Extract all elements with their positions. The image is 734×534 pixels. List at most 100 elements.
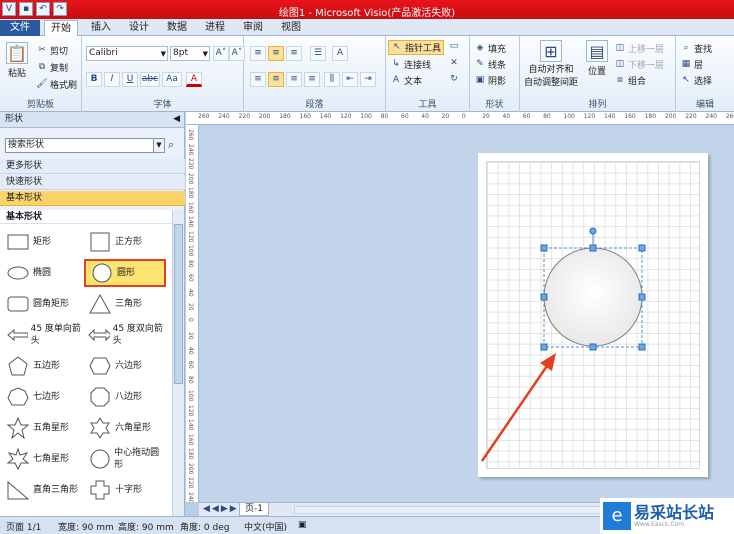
tab-view[interactable]: 视图 (274, 20, 308, 36)
pointer-tool-button[interactable]: ↖ 指针工具 (388, 40, 445, 55)
page-nav-icon[interactable]: ◀◀▶▶ (203, 504, 239, 514)
shape-right-triangle[interactable]: 直角三角形 (2, 476, 84, 504)
shape-star5[interactable]: 五角星形 (2, 414, 84, 442)
tab-file[interactable]: 文件 (0, 20, 40, 36)
macro-icon[interactable]: ▣ (298, 520, 307, 530)
pane-title: 形状 (5, 114, 24, 124)
group-shape: ◈ 填充 ✎ 线条 ▣ 阴影 形状 (470, 36, 520, 112)
layers-button[interactable]: ▦ 层 (680, 58, 703, 71)
columns-icon[interactable]: ⫼ (324, 72, 340, 87)
decrease-indent-icon[interactable]: ⇤ (342, 72, 358, 87)
pane-scrollbar[interactable] (172, 210, 184, 516)
tab-data[interactable]: 数据 (160, 20, 194, 36)
shape-center-circle[interactable]: 中心拖动圆形 (84, 445, 166, 473)
format-painter-button[interactable]: 🖌 格式刷 (36, 78, 77, 91)
shrink-font-button[interactable]: A˅ (229, 46, 245, 61)
justify-icon[interactable]: ≡ (304, 72, 320, 87)
rotate-icon[interactable]: ↻ (448, 74, 460, 85)
bullets-icon[interactable]: ☰ (310, 46, 326, 61)
tab-review[interactable]: 审阅 (236, 20, 270, 36)
ruler-tick-label: 220 (187, 158, 194, 170)
shape-rect[interactable]: 矩形 (2, 228, 84, 256)
text-direction-icon[interactable]: A (332, 46, 348, 61)
copy-button[interactable]: ⧉ 复制 (36, 61, 68, 74)
chevron-down-icon[interactable]: ▼ (153, 139, 164, 152)
watermark-name: 易采站长站 (634, 503, 715, 522)
position-button[interactable]: ▤ 位置 (586, 40, 608, 77)
grow-font-button[interactable]: A˄ (213, 46, 229, 61)
search-input[interactable]: 搜索形状 ▼ (5, 138, 165, 153)
line-button[interactable]: ✎ 线条 (474, 58, 506, 71)
shape-double-arrow[interactable]: 45 度双向箭头 (84, 321, 166, 349)
paste-button[interactable]: 📋 粘贴 (6, 42, 28, 79)
search-icon[interactable]: ⌕ (168, 138, 174, 152)
stencil-title: 基本形状 (0, 210, 172, 224)
shadow-button[interactable]: ▣ 阴影 (474, 74, 506, 87)
bring-forward-button[interactable]: ◫ 上移一层 (614, 42, 664, 55)
shape-label: 中心拖动圆形 (114, 448, 160, 470)
ruler-tick-label: 20 (187, 332, 194, 340)
shape-square[interactable]: 正方形 (84, 228, 166, 256)
find-button[interactable]: ⌕ 查找 (680, 42, 712, 55)
tab-insert[interactable]: 插入 (84, 20, 118, 36)
group-button[interactable]: ⧈ 组合 (614, 74, 646, 87)
collapse-icon[interactable]: ◀ (173, 112, 180, 127)
ruler-tick-label: 160 (187, 433, 194, 445)
shape-octagon[interactable]: 八边形 (84, 383, 166, 411)
tab-process[interactable]: 进程 (198, 20, 232, 36)
underline-button[interactable]: U (122, 72, 138, 87)
select-button[interactable]: ↖ 选择 (680, 74, 712, 87)
align-left-icon[interactable]: ≡ (250, 72, 266, 87)
change-case-button[interactable]: Aa (162, 72, 182, 87)
text-tool-button[interactable]: A 文本 (390, 74, 422, 87)
align-center-icon[interactable]: ≡ (268, 72, 284, 87)
shape-hexagon[interactable]: 六边形 (84, 352, 166, 380)
align-right-icon[interactable]: ≡ (286, 72, 302, 87)
shape-label: 圆形 (117, 268, 136, 278)
drawing-canvas[interactable] (199, 125, 734, 502)
bold-button[interactable]: B (86, 72, 102, 87)
shape-heptagon[interactable]: 七边形 (2, 383, 84, 411)
section-basic-shapes[interactable]: 基本形状 (0, 191, 185, 206)
shape-triangle[interactable]: 三角形 (84, 290, 166, 318)
align-top-icon[interactable]: ≡ (250, 46, 266, 61)
scrollbar-thumb[interactable] (174, 224, 183, 384)
status-page[interactable]: 页面 1/1 (6, 520, 41, 533)
shape-ellipse[interactable]: 椭圆 (2, 259, 84, 287)
align-bottom-icon[interactable]: ≡ (286, 46, 302, 61)
tab-home[interactable]: 开始 (44, 20, 78, 36)
rectangle-tool-button[interactable]: ▭ (448, 41, 460, 52)
ruler-tick-label: 240 (705, 113, 717, 120)
section-more-shapes[interactable]: 更多形状 (0, 159, 185, 174)
shape-star6[interactable]: 六角星形 (84, 414, 166, 442)
circle-shape[interactable] (543, 247, 643, 347)
shape-star7[interactable]: 七角星形 (2, 445, 84, 473)
ruler-tick-label: 20 (187, 303, 194, 311)
font-size-select[interactable]: 8pt ▼ (170, 46, 210, 61)
strikethrough-button[interactable]: abc (140, 72, 160, 87)
shape-rounded-rect[interactable]: 圆角矩形 (2, 290, 84, 318)
section-quick-shapes[interactable]: 快速形状 (0, 175, 185, 190)
cut-button[interactable]: ✂ 剪切 (36, 44, 68, 57)
shape-cross[interactable]: 十字形 (84, 476, 166, 504)
status-language[interactable]: 中文(中国) (244, 520, 287, 533)
connector-tool-button[interactable]: ↳ 连接线 (390, 58, 431, 71)
shape-circle[interactable]: 圆形 (84, 259, 166, 287)
group-tools: ↖ 指针工具 ▭ ↳ 连接线 ✕ A 文本 ↻ 工具 (386, 36, 470, 112)
rotation-handle-icon[interactable] (589, 227, 597, 235)
pen-icon: ✎ (476, 59, 484, 69)
font-name-select[interactable]: Calibri ▼ (86, 46, 168, 61)
tab-design[interactable]: 设计 (122, 20, 156, 36)
close-icon[interactable]: ✕ (448, 58, 460, 69)
auto-align-button[interactable]: ⊞ 自动对齐和 自动调整间距 (524, 40, 578, 88)
page-tab-1[interactable]: 页-1 (239, 503, 269, 516)
fill-button[interactable]: ◈ 填充 (474, 42, 506, 55)
italic-button[interactable]: I (104, 72, 120, 87)
align-middle-icon[interactable]: ≡ (268, 46, 284, 61)
send-backward-button[interactable]: ◫ 下移一层 (614, 58, 664, 71)
increase-indent-icon[interactable]: ⇥ (360, 72, 376, 87)
ruler-tick-label: 240 (187, 143, 194, 155)
shape-arrow[interactable]: 45 度单向箭头 (2, 321, 84, 349)
font-color-button[interactable]: A (186, 72, 202, 87)
shape-pentagon[interactable]: 五边形 (2, 352, 84, 380)
